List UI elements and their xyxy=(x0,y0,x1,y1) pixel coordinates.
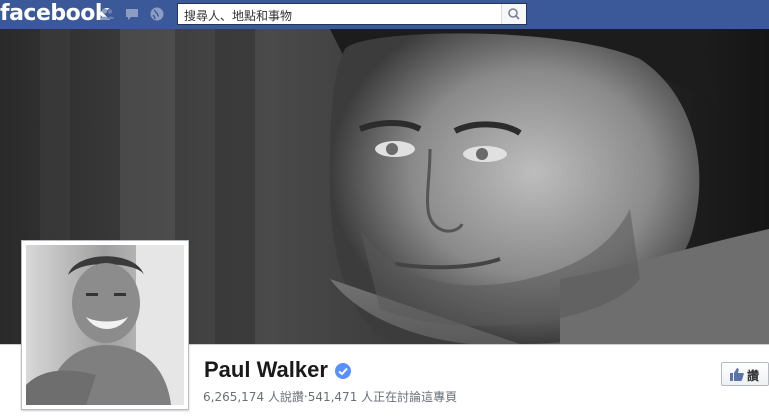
thumbs-up-icon xyxy=(730,368,744,381)
page-stats: 6,265,174 人說讚‧541,471 人正在討論這專頁 xyxy=(203,390,458,404)
like-button[interactable]: 讚 xyxy=(721,362,769,386)
notifications-globe-icon[interactable] xyxy=(149,6,165,22)
profile-picture[interactable] xyxy=(21,240,189,410)
search-input[interactable]: 搜尋人、地點和事物 xyxy=(184,7,292,24)
like-button-label: 讚 xyxy=(747,369,760,383)
search-box[interactable]: 搜尋人、地點和事物 xyxy=(177,3,527,25)
verified-badge-icon xyxy=(334,362,352,380)
messages-icon[interactable] xyxy=(124,6,140,22)
facebook-logo[interactable]: facebook xyxy=(0,1,110,26)
search-button[interactable] xyxy=(501,4,526,24)
friends-icon[interactable] xyxy=(99,6,115,22)
top-navigation-bar: facebook 搜尋人、地點和事物 xyxy=(0,0,769,30)
search-icon xyxy=(508,8,520,20)
page-title: Paul Walker xyxy=(204,357,328,382)
